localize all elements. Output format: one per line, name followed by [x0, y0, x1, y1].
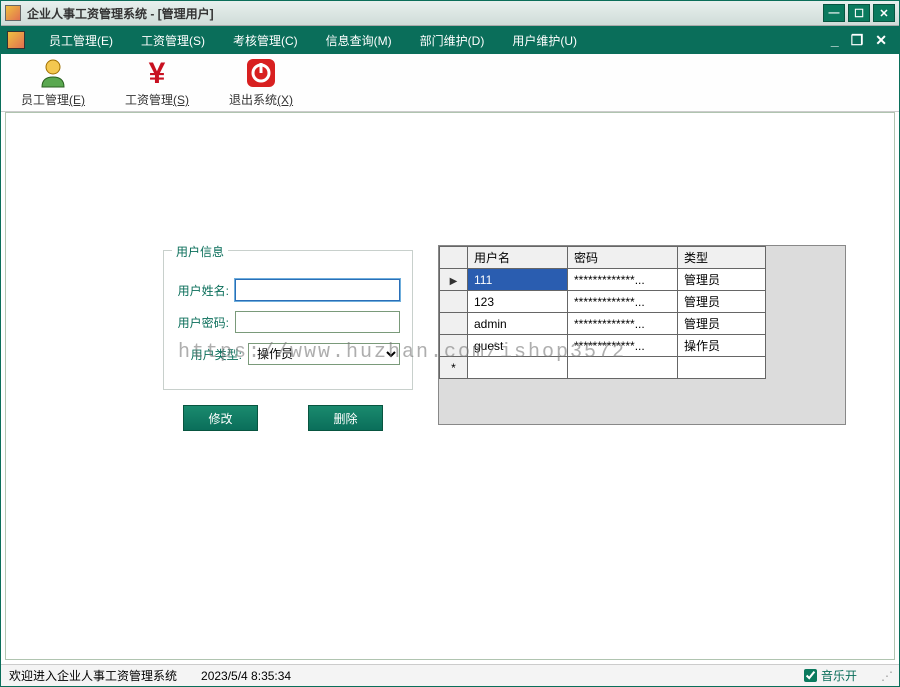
row-header[interactable]: * — [440, 357, 468, 379]
delete-button[interactable]: 删除 — [308, 405, 383, 431]
tool-exit-label: 退出系统(X) — [229, 91, 293, 108]
row-header[interactable] — [440, 335, 468, 357]
table-row[interactable]: guest*************...操作员 — [440, 335, 766, 357]
statusbar: 欢迎进入企业人事工资管理系统 2023/5/4 8:35:34 音乐开 ⋰ — [1, 664, 899, 686]
menu-assessment[interactable]: 考核管理(C) — [219, 28, 312, 53]
cell-type[interactable]: 管理员 — [678, 313, 766, 335]
cell-username[interactable]: admin — [468, 313, 568, 335]
close-button[interactable]: ✕ — [873, 4, 895, 22]
window-title: 企业人事工资管理系统 - [管理用户] — [27, 5, 820, 22]
row-header[interactable] — [440, 291, 468, 313]
menu-salary[interactable]: 工资管理(S) — [127, 28, 219, 53]
table-row[interactable]: admin*************...管理员 — [440, 313, 766, 335]
menubar: 员工管理(E) 工资管理(S) 考核管理(C) 信息查询(M) 部门维护(D) … — [1, 26, 899, 54]
grid-header-type[interactable]: 类型 — [678, 247, 766, 269]
table-row-new[interactable]: * — [440, 357, 766, 379]
status-welcome: 欢迎进入企业人事工资管理系统 — [9, 667, 177, 684]
cell-password[interactable]: *************... — [568, 291, 678, 313]
power-icon — [245, 57, 277, 89]
user-grid[interactable]: 用户名 密码 类型 ▶111*************...管理员123****… — [438, 245, 846, 425]
type-label: 用户类型: — [176, 346, 248, 363]
cell-username[interactable]: guest — [468, 335, 568, 357]
groupbox-legend: 用户信息 — [172, 243, 228, 260]
cell-password[interactable]: *************... — [568, 269, 678, 291]
mdi-minimize-button[interactable]: _ — [825, 30, 845, 50]
toolbar: 员工管理(E) ¥ 工资管理(S) 退出系统(X) — [1, 54, 899, 112]
menu-department[interactable]: 部门维护(D) — [406, 28, 499, 53]
tool-salary-label: 工资管理(S) — [125, 91, 189, 108]
cell-type[interactable]: 操作员 — [678, 335, 766, 357]
status-datetime: 2023/5/4 8:35:34 — [201, 669, 291, 683]
grid-header-username[interactable]: 用户名 — [468, 247, 568, 269]
cell-username[interactable]: 123 — [468, 291, 568, 313]
menu-query[interactable]: 信息查询(M) — [312, 28, 406, 53]
resize-grip[interactable]: ⋰ — [881, 669, 891, 683]
table-row[interactable]: 123*************...管理员 — [440, 291, 766, 313]
type-select[interactable]: 操作员 — [248, 343, 400, 365]
password-label: 用户密码: — [176, 314, 235, 331]
username-input[interactable] — [235, 279, 400, 301]
menu-app-icon — [7, 31, 25, 49]
mdi-restore-button[interactable]: ❐ — [845, 30, 870, 51]
titlebar: 企业人事工资管理系统 - [管理用户] — ☐ ✕ — [1, 1, 899, 26]
person-icon — [37, 57, 69, 89]
modify-button[interactable]: 修改 — [183, 405, 258, 431]
button-row: 修改 删除 — [183, 405, 383, 431]
maximize-button[interactable]: ☐ — [848, 4, 870, 22]
password-input[interactable] — [235, 311, 400, 333]
cell-type[interactable]: 管理员 — [678, 291, 766, 313]
cell-username[interactable]: 111 — [468, 269, 568, 291]
grid-corner[interactable] — [440, 247, 468, 269]
row-header[interactable] — [440, 313, 468, 335]
row-header[interactable]: ▶ — [440, 269, 468, 291]
music-checkbox[interactable] — [804, 669, 817, 682]
tool-employee-label: 员工管理(E) — [21, 91, 85, 108]
svg-text:¥: ¥ — [149, 57, 166, 89]
grid-header-password[interactable]: 密码 — [568, 247, 678, 269]
music-toggle[interactable]: 音乐开 — [804, 667, 857, 684]
cell-password[interactable]: *************... — [568, 313, 678, 335]
content-area: 用户信息 用户姓名: 用户密码: 用户类型: 操作员 修改 — [5, 112, 895, 660]
minimize-button[interactable]: — — [823, 4, 845, 22]
cell-type[interactable]: 管理员 — [678, 269, 766, 291]
tool-salary[interactable]: ¥ 工资管理(S) — [125, 57, 189, 108]
user-info-groupbox: 用户信息 用户姓名: 用户密码: 用户类型: 操作员 — [163, 250, 413, 390]
mdi-close-button[interactable]: ✕ — [869, 30, 893, 51]
cell-password[interactable]: *************... — [568, 335, 678, 357]
username-label: 用户姓名: — [176, 282, 235, 299]
yen-icon: ¥ — [141, 57, 173, 89]
menu-employee[interactable]: 员工管理(E) — [35, 28, 127, 53]
table-row[interactable]: ▶111*************...管理员 — [440, 269, 766, 291]
tool-exit[interactable]: 退出系统(X) — [229, 57, 293, 108]
app-icon — [5, 5, 21, 21]
menu-user[interactable]: 用户维护(U) — [498, 28, 591, 53]
tool-employee[interactable]: 员工管理(E) — [21, 57, 85, 108]
music-label: 音乐开 — [821, 667, 857, 684]
